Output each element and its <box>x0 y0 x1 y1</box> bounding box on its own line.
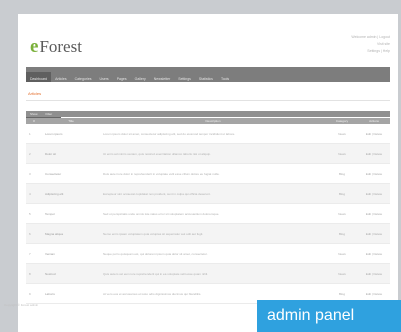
nav-item-settings[interactable]: Settings <box>174 72 195 82</box>
footer-copyright: Copyright © Forest admin <box>4 303 39 307</box>
admin-panel-banner: admin panel <box>257 300 401 332</box>
cell-actions[interactable]: Edit | Delete <box>358 243 390 264</box>
table-row[interactable]: 8 Nostrud Quis autem vel eum iure reprehen… <box>26 263 390 284</box>
cell-desc: Neque porro quisquam est, qui dolorem ip… <box>100 243 326 264</box>
cell-actions[interactable]: Edit | Delete <box>358 203 390 224</box>
cell-num: 3 <box>26 163 42 184</box>
user-links[interactable]: Welcome admin | Logout <box>280 34 390 41</box>
cell-desc: Excepteur sint occaecat cupidatat non pr… <box>100 183 326 204</box>
cell-title[interactable]: Consectetur <box>42 163 100 184</box>
cell-actions[interactable]: Edit | Delete <box>358 143 390 164</box>
nav-item-articles[interactable]: Articles <box>51 72 70 82</box>
cell-category: News <box>326 124 358 144</box>
table-row[interactable]: 4 Adipiscing elit Excepteur sint occaecat … <box>26 183 390 204</box>
cell-desc: Ut enim ad minim veniam, quis nostrud ex… <box>100 143 326 164</box>
tab-bar: ArticlesAdd new article <box>26 103 109 119</box>
cell-title[interactable]: Tempor <box>42 203 100 224</box>
logo-mark: e <box>30 36 39 57</box>
show-link[interactable]: Show <box>30 112 38 116</box>
table-row[interactable]: 7 Veniam Neque porro quisquam est, qui dol… <box>26 243 390 264</box>
cell-title[interactable]: Nostrud <box>42 263 100 284</box>
table-row[interactable]: 1 Lorem ipsum Lorem ipsum dolor sit amet, … <box>26 124 390 144</box>
filter-bar: Show Filter <box>26 111 390 117</box>
nav-item-dashboard[interactable]: Dashboard <box>26 72 52 82</box>
cell-actions[interactable]: Edit | Delete <box>358 163 390 184</box>
cell-category: News <box>326 203 358 224</box>
nav-item-statistics[interactable]: Statistics <box>195 72 217 82</box>
cell-num: 8 <box>26 263 42 284</box>
nav-item-pages[interactable]: Pages <box>113 72 131 82</box>
cell-num: 1 <box>26 124 42 144</box>
cell-title[interactable]: Lorem ipsum <box>42 124 100 144</box>
cell-title[interactable]: Veniam <box>42 243 100 264</box>
cell-category: Blog <box>326 183 358 204</box>
table-row[interactable]: 3 Consectetur Duis aute irure dolor in rep… <box>26 163 390 184</box>
logo-text: Forest <box>39 37 82 56</box>
cell-category: News <box>326 143 358 164</box>
nav-item-tools[interactable]: Tools <box>217 72 233 82</box>
cell-title[interactable]: Adipiscing elit <box>42 183 100 204</box>
cell-actions[interactable]: Edit | Delete <box>358 223 390 244</box>
table-row[interactable]: 6 Magna aliqua Nemo enim ipsam voluptatem … <box>26 223 390 244</box>
cell-title[interactable]: Magna aliqua <box>42 223 100 244</box>
cell-desc: Sed ut perspiciatis unde omnis iste natu… <box>100 203 326 224</box>
cell-num: 4 <box>26 183 42 204</box>
cell-category: News <box>326 243 358 264</box>
cell-desc: Duis aute irure dolor in reprehenderit i… <box>100 163 326 184</box>
cell-title[interactable]: Laboris <box>42 283 100 304</box>
table-row[interactable]: 2 Dolor sit Ut enim ad minim veniam, quis … <box>26 143 390 164</box>
cell-title[interactable]: Dolor sit <box>42 143 100 164</box>
nav-item-users[interactable]: Users <box>96 72 113 82</box>
cell-num: 5 <box>26 203 42 224</box>
cell-actions[interactable]: Edit | Delete <box>358 183 390 204</box>
visit-site-link[interactable]: Visit site <box>280 41 390 48</box>
table-row[interactable]: 5 Tempor Sed ut perspiciatis unde omnis is… <box>26 203 390 224</box>
admin-window: eForest Welcome admin | Logout Visit sit… <box>18 14 398 332</box>
logo[interactable]: eForest <box>30 36 82 58</box>
divider <box>26 100 390 101</box>
cell-desc: Quis autem vel eum iure reprehenderit qu… <box>100 263 326 284</box>
settings-link[interactable]: Settings | Help <box>280 48 390 55</box>
nav-item-newsletter[interactable]: Newsletter <box>150 72 175 82</box>
cell-category: News <box>326 263 358 284</box>
cell-desc: Lorem ipsum dolor sit amet, consectetur … <box>100 124 326 144</box>
cell-num: 6 <box>26 223 42 244</box>
nav-item-gallery[interactable]: Gallery <box>131 72 150 82</box>
cell-category: Blog <box>326 163 358 184</box>
cell-num: 7 <box>26 243 42 264</box>
nav-item-categories[interactable]: Categories <box>71 72 96 82</box>
cell-desc: Nemo enim ipsam voluptatem quia voluptas… <box>100 223 326 244</box>
cell-actions[interactable]: Edit | Delete <box>358 263 390 284</box>
cell-category: Blog <box>326 223 358 244</box>
filter-link[interactable]: Filter <box>46 112 53 116</box>
cell-num: 9 <box>26 283 42 304</box>
cell-num: 2 <box>26 143 42 164</box>
breadcrumb[interactable]: Articles <box>28 91 41 96</box>
main-nav: Dashboard Articles Categories Users Pages Gal… <box>26 67 390 82</box>
cell-actions[interactable]: Edit | Delete <box>358 124 390 144</box>
top-links: Welcome admin | Logout Visit site Settin… <box>280 34 390 55</box>
articles-table: # Title Description Category Actions 1 Lo… <box>26 118 390 304</box>
